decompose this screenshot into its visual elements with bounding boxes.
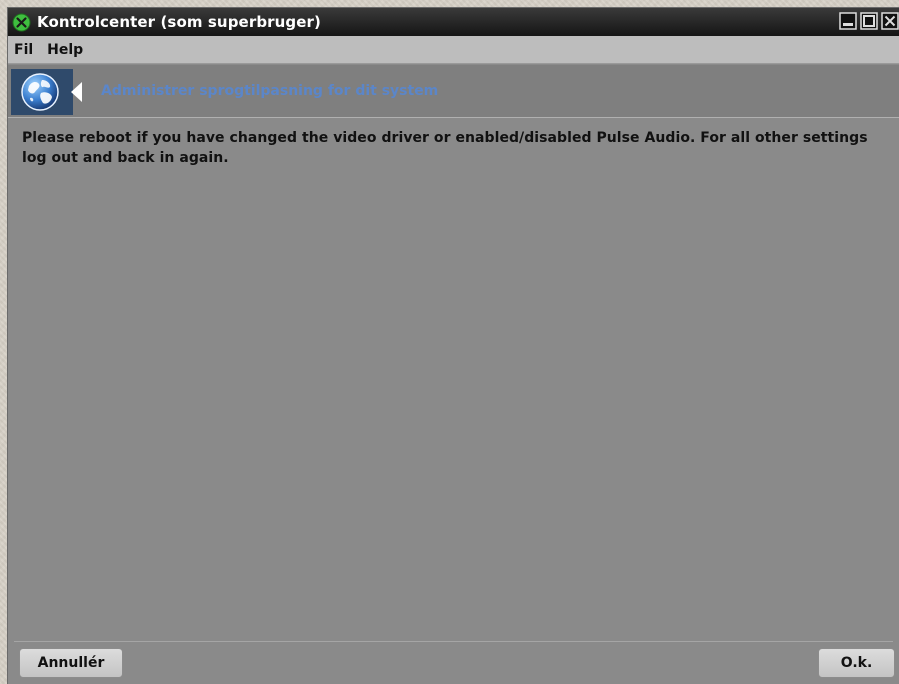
header-banner: Administrer sprogtilpasning for dit syst… <box>8 65 899 118</box>
ok-button[interactable]: O.k. <box>818 648 895 678</box>
banner-pointer <box>71 82 82 102</box>
cancel-button[interactable]: Annullér <box>19 648 123 678</box>
app-icon <box>12 13 31 32</box>
maximize-button[interactable] <box>859 11 878 31</box>
control-center-window: Kontrolcenter (som superbruger) Fil Help… <box>8 8 899 684</box>
banner-icon-box <box>11 69 73 115</box>
close-icon <box>880 12 899 30</box>
globe-icon <box>21 73 59 111</box>
window-controls <box>838 11 899 31</box>
close-button[interactable] <box>880 11 899 31</box>
menu-help[interactable]: Help <box>45 39 85 61</box>
menu-fil[interactable]: Fil <box>12 39 35 61</box>
banner-title: Administrer sprogtilpasning for dit syst… <box>101 83 439 99</box>
info-message: Please reboot if you have changed the vi… <box>22 130 868 166</box>
window-title: Kontrolcenter (som superbruger) <box>37 13 321 31</box>
maximize-icon <box>859 12 878 30</box>
title-bar[interactable]: Kontrolcenter (som superbruger) <box>8 8 899 36</box>
footer-divider <box>14 641 893 642</box>
minimize-button[interactable] <box>838 11 857 31</box>
menu-bar: Fil Help <box>8 36 899 64</box>
minimize-icon <box>838 12 857 30</box>
